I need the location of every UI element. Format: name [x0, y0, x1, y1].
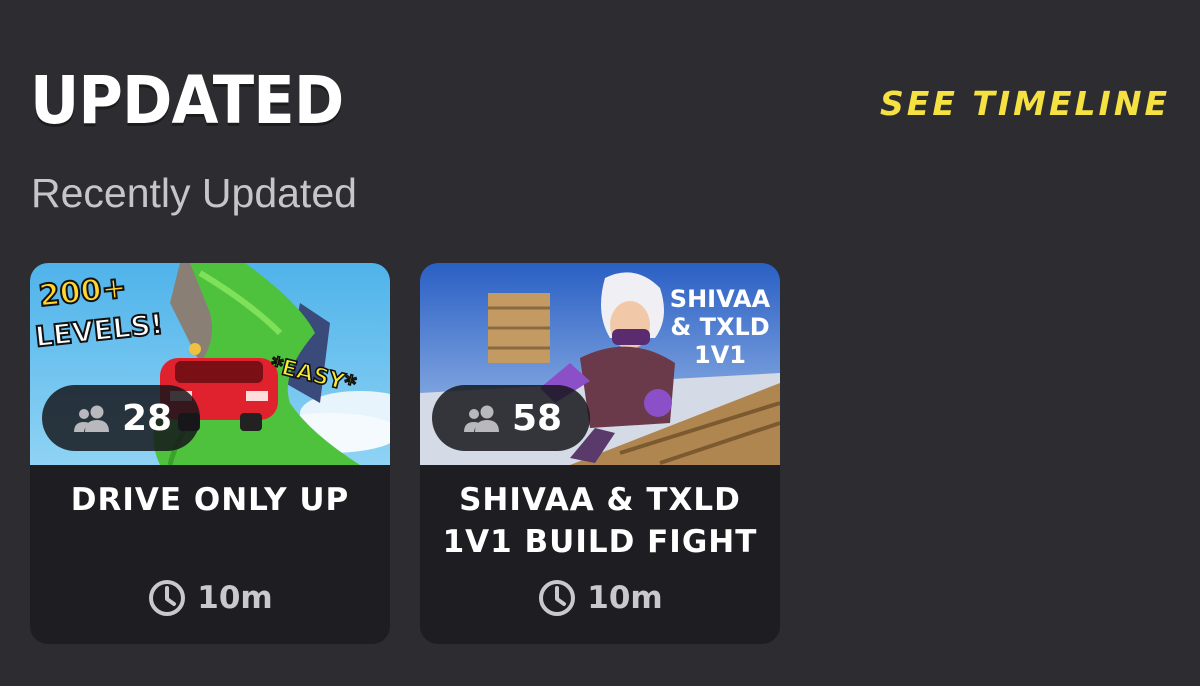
see-timeline-link[interactable]: SEE TIMELINE — [880, 84, 1170, 123]
thumbnail-overlay-line1: SHIVAA — [670, 285, 771, 313]
players-count-badge: 58 — [432, 385, 591, 451]
island-card-drive-only-up[interactable]: 200+ LEVELS! *EASY* 28 DRIVE ONLY UP 10m — [30, 263, 390, 644]
clock-icon — [539, 580, 576, 616]
clock-icon — [149, 580, 186, 616]
players-count: 28 — [122, 397, 173, 439]
card-updated-time: 10m — [420, 575, 780, 621]
thumbnail-overlay-line2: & TXLD — [670, 313, 769, 341]
players-count-badge: 28 — [42, 385, 201, 451]
updated-section: UPDATED SEE TIMELINE Recently Updated 20… — [0, 0, 1200, 686]
players-icon — [74, 405, 109, 432]
section-title: UPDATED — [30, 62, 344, 139]
thumbnail-overlay-line3: 1V1 — [694, 341, 746, 369]
time-label: 10m — [197, 580, 273, 616]
players-icon — [464, 405, 499, 432]
time-label: 10m — [587, 580, 663, 616]
section-subtitle: Recently Updated — [31, 170, 357, 216]
players-count: 58 — [512, 397, 563, 439]
card-title: DRIVE ONLY UP — [70, 482, 350, 518]
island-card-shivaa-txld-1v1[interactable]: SHIVAA & TXLD 1V1 58 SHIVAA & TXLD 1V1 B… — [420, 263, 780, 644]
card-updated-time: 10m — [30, 575, 390, 621]
card-thumbnail: SHIVAA & TXLD 1V1 58 — [420, 263, 780, 465]
card-thumbnail: 200+ LEVELS! *EASY* 28 — [30, 263, 390, 465]
card-title: SHIVAA & TXLD 1V1 BUILD FIGHT — [442, 482, 758, 557]
